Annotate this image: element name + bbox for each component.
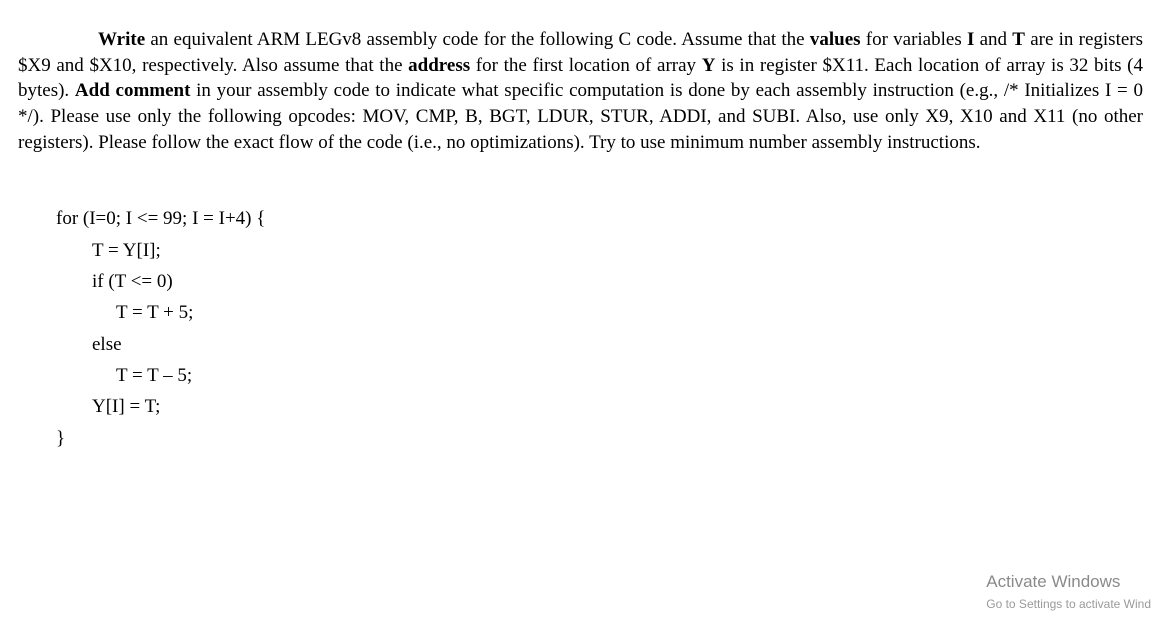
watermark-subtitle: Go to Settings to activate Wind [986, 596, 1151, 612]
question-paragraph: Write an equivalent ARM LEGv8 assembly c… [18, 27, 1143, 155]
text-2: for variables [861, 29, 967, 50]
code-line-4: T = T + 5; [56, 297, 1143, 328]
bold-write: Write [98, 29, 145, 50]
code-line-6: T = T – 5; [56, 360, 1143, 391]
windows-activation-watermark: Activate Windows Go to Settings to activ… [986, 571, 1151, 612]
code-line-3: if (T <= 0) [56, 266, 1143, 297]
text-3: and [974, 29, 1012, 50]
document-content: Write an equivalent ARM LEGv8 assembly c… [0, 0, 1161, 454]
bold-t: T [1012, 29, 1025, 50]
text-5: for the first location of array [470, 55, 702, 76]
code-line-1: for (I=0; I <= 99; I = I+4) { [56, 203, 1143, 234]
code-block: for (I=0; I <= 99; I = I+4) { T = Y[I]; … [56, 203, 1143, 454]
watermark-title: Activate Windows [986, 571, 1151, 594]
bold-y: Y [702, 55, 716, 76]
bold-add-comment: Add comment [75, 80, 191, 101]
code-line-7: Y[I] = T; [56, 391, 1143, 422]
bold-values: values [810, 29, 861, 50]
code-line-5: else [56, 329, 1143, 360]
code-line-2: T = Y[I]; [56, 235, 1143, 266]
text-1: an equivalent ARM LEGv8 assembly code fo… [145, 29, 810, 50]
code-line-8: } [56, 423, 1143, 454]
bold-address: address [408, 55, 470, 76]
